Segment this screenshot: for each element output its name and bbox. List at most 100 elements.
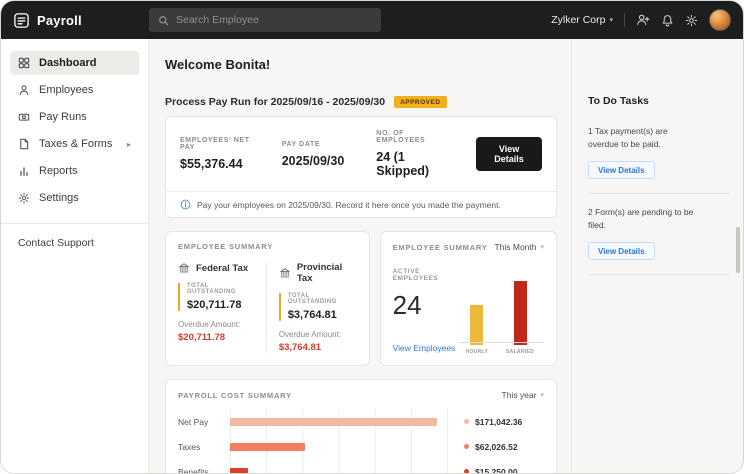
pay-run-card: EMPLOYEES' NET PAY $55,376.44 PAY DATE 2… xyxy=(165,116,557,218)
todo-item-tax-payments: 1 Tax payment(s) are overdue to be paid.… xyxy=(588,113,729,194)
benefits-bar xyxy=(230,468,248,474)
sidebar-item-label: Taxes & Forms xyxy=(39,138,112,150)
net-pay-label: EMPLOYEES' NET PAY xyxy=(180,137,250,151)
pay-run-info-text: Pay your employees on 2025/09/30. Record… xyxy=(197,200,501,210)
mini-chart-baseline xyxy=(458,342,544,343)
hourly-bar-label: HOURLY xyxy=(466,349,488,355)
todo-view-details-button[interactable]: View Details xyxy=(588,161,655,179)
cost-chart-legend: $171,042.36 $62,026.52 $15,250.00 $ xyxy=(448,409,544,474)
add-user-button[interactable] xyxy=(636,13,650,27)
search-input[interactable] xyxy=(176,14,372,26)
year-selector[interactable]: This year ▾ xyxy=(502,390,544,400)
todo-panel: To Do Tasks 1 Tax payment(s) are overdue… xyxy=(571,39,743,473)
settings-button[interactable] xyxy=(685,14,698,27)
federal-overdue-value: $20,711.78 xyxy=(178,332,256,343)
pay-run-section-head: Process Pay Run for 2025/09/16 - 2025/09… xyxy=(165,96,557,108)
hourly-bar-column: HOURLY xyxy=(466,305,488,355)
avatar[interactable] xyxy=(709,9,731,31)
provincial-tax-icon xyxy=(279,267,291,279)
payroll-app: Payroll Zylker Corp ▾ xyxy=(0,0,744,474)
net-pay-bar xyxy=(230,418,437,426)
federal-outstanding-value: $20,711.78 xyxy=(187,299,256,311)
topbar-divider xyxy=(624,13,625,27)
cost-chart: Net Pay Taxes Benefits Deductions xyxy=(178,409,544,474)
payroll-logo-icon xyxy=(13,12,30,29)
tax-summary-title: EMPLOYEE SUMMARY xyxy=(178,242,273,251)
legend-item: $171,042.36 xyxy=(464,409,544,434)
legend-value: $15,250.00 xyxy=(475,467,518,474)
sidebar-item-reports[interactable]: Reports xyxy=(10,159,139,183)
pay-date-stat: PAY DATE 2025/09/30 xyxy=(282,141,345,168)
category-label: Net Pay xyxy=(178,417,230,427)
view-details-button[interactable]: View Details xyxy=(476,137,542,171)
sidebar-item-label: Reports xyxy=(39,165,78,177)
employee-count-stat: NO. OF EMPLOYEES 24 (1 Skipped) xyxy=(376,130,444,178)
scrollbar[interactable] xyxy=(736,227,740,273)
net-pay-value: $55,376.44 xyxy=(180,157,250,171)
legend-item: $15,250.00 xyxy=(464,459,544,474)
period-selector[interactable]: This Month ▾ xyxy=(494,242,544,252)
todo-view-details-button[interactable]: View Details xyxy=(588,242,655,260)
view-employees-link[interactable]: View Employees xyxy=(393,343,462,353)
tax-summary-card: EMPLOYEE SUMMARY Federal Tax TOTAL xyxy=(165,231,370,366)
federal-outstanding-label: TOTAL OUTSTANDING xyxy=(187,283,256,295)
federal-tax-column: Federal Tax TOTAL OUTSTANDING $20,711.78… xyxy=(178,262,266,353)
employee-type-chart: HOURLY SALARIED xyxy=(462,258,544,355)
federal-overdue-label: Overdue Amount: xyxy=(178,320,256,329)
chevron-down-icon: ▾ xyxy=(540,391,544,399)
provincial-tax-name-row: Provincial Tax xyxy=(279,262,357,284)
app-logo[interactable]: Payroll xyxy=(13,12,149,29)
chevron-right-icon: ▸ xyxy=(127,140,131,149)
app-body: Dashboard Employees Pay Runs Taxes & For… xyxy=(1,39,743,473)
employee-summary-card: EMPLOYEE SUMMARY This Month ▾ ACTIVE EMP… xyxy=(380,231,557,366)
pay-run-stats: EMPLOYEES' NET PAY $55,376.44 PAY DATE 2… xyxy=(166,117,556,191)
status-badge: APPROVED xyxy=(394,96,446,108)
reports-icon xyxy=(18,165,30,177)
federal-outstanding: TOTAL OUTSTANDING $20,711.78 xyxy=(178,283,256,311)
main-content: Welcome Bonita! Process Pay Run for 2025… xyxy=(149,39,571,473)
org-name: Zylker Corp xyxy=(551,14,605,26)
chart-row-net-pay: Net Pay xyxy=(178,409,448,434)
gear-icon xyxy=(18,192,30,204)
sidebar-item-taxes-forms[interactable]: Taxes & Forms ▸ xyxy=(10,132,139,156)
sidebar-item-dashboard[interactable]: Dashboard xyxy=(10,51,139,75)
sidebar-item-label: Pay Runs xyxy=(39,111,87,123)
employee-summary-head: EMPLOYEE SUMMARY This Month ▾ xyxy=(393,242,544,252)
active-employees-label: ACTIVE EMPLOYEES xyxy=(393,268,462,282)
category-label: Taxes xyxy=(178,442,230,452)
sidebar-item-employees[interactable]: Employees xyxy=(10,78,139,102)
provincial-overdue-value: $3,764.81 xyxy=(279,342,357,353)
sidebar-item-label: Employees xyxy=(39,84,93,96)
salaried-bar-label: SALARIED xyxy=(506,349,534,355)
todo-item-text: 2 Form(s) are pending to be filed. xyxy=(588,206,700,232)
cost-summary-title: PAYROLL COST SUMMARY xyxy=(178,391,292,400)
contact-support-link[interactable]: Contact Support xyxy=(10,224,139,262)
org-switcher[interactable]: Zylker Corp ▾ xyxy=(551,14,613,26)
bar-track xyxy=(230,409,448,434)
employee-search[interactable] xyxy=(149,8,381,32)
notifications-button[interactable] xyxy=(661,14,674,27)
sidebar-item-pay-runs[interactable]: Pay Runs xyxy=(10,105,139,129)
provincial-outstanding: TOTAL OUTSTANDING $3,764.81 xyxy=(279,293,357,321)
app-title: Payroll xyxy=(37,13,82,28)
provincial-outstanding-value: $3,764.81 xyxy=(288,309,357,321)
chart-row-benefits: Benefits xyxy=(178,459,448,474)
employee-count-label: NO. OF EMPLOYEES xyxy=(376,130,444,144)
employees-icon xyxy=(18,84,30,96)
provincial-tax-name: Provincial Tax xyxy=(297,262,357,284)
chevron-down-icon: ▾ xyxy=(609,16,613,24)
tax-columns: Federal Tax TOTAL OUTSTANDING $20,711.78… xyxy=(178,262,357,353)
legend-dot xyxy=(464,444,469,449)
net-pay-stat: EMPLOYEES' NET PAY $55,376.44 xyxy=(180,137,250,171)
pay-runs-icon xyxy=(18,111,30,123)
topbar: Payroll Zylker Corp ▾ xyxy=(1,1,743,39)
period-value: This Month xyxy=(494,242,536,252)
legend-value: $171,042.36 xyxy=(475,417,522,427)
employee-summary-title: EMPLOYEE SUMMARY xyxy=(393,243,488,252)
employee-count-value: 24 (1 Skipped) xyxy=(376,150,444,178)
employee-summary-body: ACTIVE EMPLOYEES 24 View Employees HOURL… xyxy=(393,258,544,355)
sidebar-item-settings[interactable]: Settings xyxy=(10,186,139,210)
sidebar-item-label: Settings xyxy=(39,192,79,204)
provincial-outstanding-label: TOTAL OUTSTANDING xyxy=(288,293,357,305)
taxes-bar xyxy=(230,443,305,451)
